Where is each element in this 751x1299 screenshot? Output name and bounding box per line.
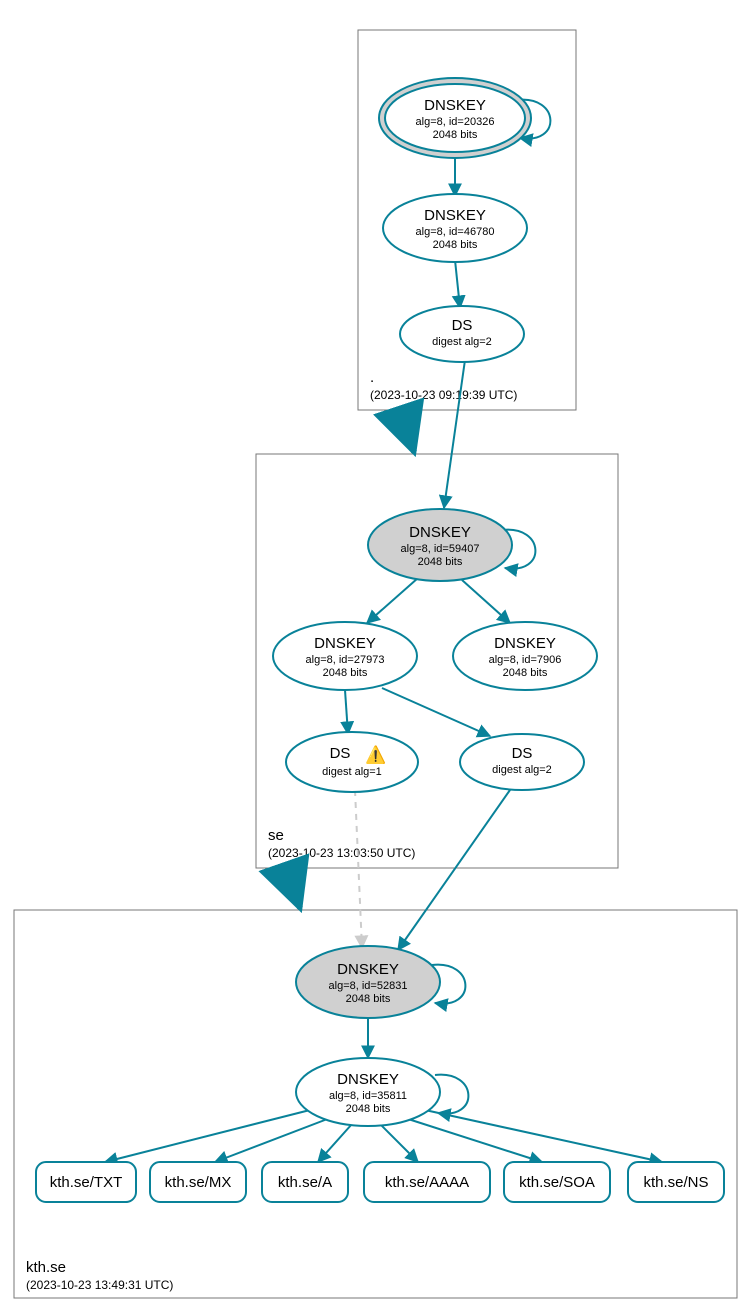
zone-time-root: (2023-10-23 09:19:39 UTC) [370,388,517,402]
zone-time-kth: (2023-10-23 13:49:31 UTC) [26,1278,173,1292]
svg-text:DNSKEY: DNSKEY [424,97,486,114]
svg-text:alg=8, id=20326: alg=8, id=20326 [416,116,495,128]
edge-kth-zsk-to-soa [405,1118,542,1162]
zone-time-se: (2023-10-23 13:03:50 UTC) [268,846,415,860]
svg-text:2048 bits: 2048 bits [433,129,478,141]
edge-kth-zsk-to-a [318,1124,352,1162]
edge-kth-zsk-to-txt [105,1110,310,1162]
edge-se-to-kth-zone [286,868,300,908]
svg-text:DNSKEY: DNSKEY [337,1071,399,1088]
zone-label-se: se [268,827,284,844]
svg-text:kth.se/TXT: kth.se/TXT [50,1174,123,1191]
svg-text:DNSKEY: DNSKEY [337,961,399,978]
node-root-ksk: DNSKEY alg=8, id=20326 2048 bits [379,78,531,158]
rrset-aaaa: kth.se/AAAA [364,1162,490,1202]
node-se-zsk2: DNSKEY alg=8, id=7906 2048 bits [453,622,597,690]
svg-text:kth.se/MX: kth.se/MX [165,1174,232,1191]
svg-text:kth.se/SOA: kth.se/SOA [519,1174,595,1191]
rrset-soa: kth.se/SOA [504,1162,610,1202]
edge-se-ds2-to-kth-ksk [398,790,510,950]
svg-text:2048 bits: 2048 bits [346,1103,391,1115]
dnssec-chain-diagram: . (2023-10-23 09:19:39 UTC) se (2023-10-… [0,0,751,1299]
edge-root-to-se-zone [400,410,414,452]
svg-text:kth.se/A: kth.se/A [278,1174,332,1191]
svg-text:digest alg=1: digest alg=1 [322,766,382,778]
edge-se-ds1-to-kth-ksk [355,790,362,948]
edge-se-zsk1-to-ds1 [345,690,348,734]
svg-text:DS: DS [512,745,533,762]
rrset-ns: kth.se/NS [628,1162,724,1202]
svg-text:2048 bits: 2048 bits [418,556,463,568]
svg-text:alg=8, id=59407: alg=8, id=59407 [401,543,480,555]
svg-text:2048 bits: 2048 bits [346,993,391,1005]
edge-se-ksk-to-zsk1 [367,578,418,623]
svg-text:DNSKEY: DNSKEY [314,635,376,652]
node-kth-zsk: DNSKEY alg=8, id=35811 2048 bits [296,1058,440,1126]
svg-text:digest alg=2: digest alg=2 [492,764,552,776]
svg-text:alg=8, id=27973: alg=8, id=27973 [306,654,385,666]
svg-text:DNSKEY: DNSKEY [424,207,486,224]
svg-text:DNSKEY: DNSKEY [494,635,556,652]
rrset-txt: kth.se/TXT [36,1162,136,1202]
warning-icon: ⚠️ [365,744,386,764]
node-se-ds2: DS digest alg=2 [460,734,584,790]
svg-text:DNSKEY: DNSKEY [409,524,471,541]
node-root-ds: DS digest alg=2 [400,306,524,362]
zone-label-kth: kth.se [26,1259,66,1276]
svg-text:kth.se/AAAA: kth.se/AAAA [385,1174,469,1191]
svg-text:2048 bits: 2048 bits [503,667,548,679]
svg-text:alg=8, id=52831: alg=8, id=52831 [329,980,408,992]
node-kth-ksk: DNSKEY alg=8, id=52831 2048 bits [296,946,440,1018]
node-se-ds1: DS ⚠️ digest alg=1 [286,732,418,792]
svg-text:2048 bits: 2048 bits [433,239,478,251]
edge-se-ksk-to-zsk2 [462,580,510,623]
svg-text:2048 bits: 2048 bits [323,667,368,679]
edge-root-zsk-to-ds [455,260,460,308]
node-root-zsk: DNSKEY alg=8, id=46780 2048 bits [383,194,527,262]
svg-text:alg=8, id=7906: alg=8, id=7906 [489,654,562,666]
svg-text:DS: DS [452,317,473,334]
svg-text:kth.se/NS: kth.se/NS [643,1174,708,1191]
svg-text:digest alg=2: digest alg=2 [432,336,492,348]
edge-kth-zsk-to-aaaa [380,1124,418,1162]
edge-kth-zsk-to-mx [215,1118,330,1162]
edge-se-zsk1-to-ds2 [382,688,490,736]
svg-text:alg=8, id=46780: alg=8, id=46780 [416,226,495,238]
svg-text:alg=8, id=35811: alg=8, id=35811 [329,1090,407,1102]
rrset-mx: kth.se/MX [150,1162,246,1202]
zone-label-root: . [370,369,374,386]
rrset-a: kth.se/A [262,1162,348,1202]
node-se-zsk1: DNSKEY alg=8, id=27973 2048 bits [273,622,417,690]
svg-text:DS: DS [330,745,351,762]
edge-root-ds-to-se-ksk [444,360,465,508]
node-se-ksk: DNSKEY alg=8, id=59407 2048 bits [368,509,512,581]
